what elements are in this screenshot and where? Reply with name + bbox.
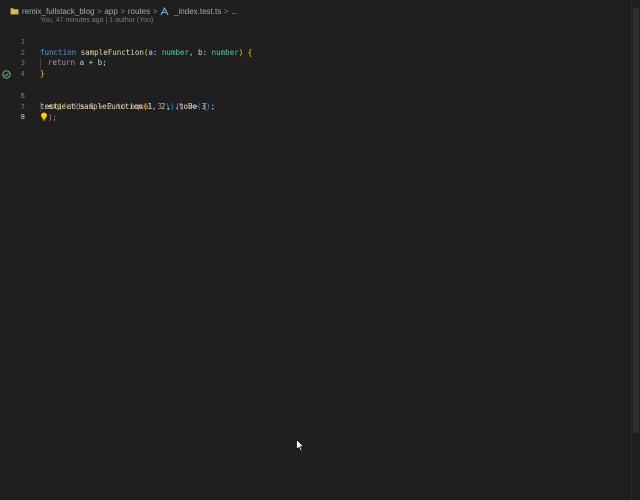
breadcrumb-item-symbol[interactable]: ...	[231, 7, 238, 16]
breadcrumb-item-app[interactable]: app	[104, 7, 117, 16]
breadcrumb-separator: >	[152, 6, 158, 16]
git-blame-codelens[interactable]: You, 47 minutes ago | 1 author (You)	[40, 17, 153, 24]
breadcrumb: remix_fullstack_blog > app > routes > _i…	[0, 4, 238, 18]
code-line: 5 test('adds 1 + 2 to equal 3', () => {	[0, 69, 632, 111]
code-line: 4	[0, 58, 632, 78]
breadcrumb-item-file[interactable]: _index.test.ts	[160, 6, 222, 16]
breadcrumb-separator: >	[97, 6, 102, 16]
breadcrumb-file-label: _index.test.ts	[174, 6, 222, 16]
code-line: 6 expect(sampleFunction(1, 2)).toBe(3);	[0, 80, 632, 113]
breadcrumb-item-project[interactable]: remix_fullstack_blog	[22, 7, 94, 16]
breadcrumb-separator: >	[223, 6, 229, 16]
vertical-scrollbar[interactable]	[631, 0, 640, 500]
line-content: );	[40, 112, 57, 124]
breadcrumb-item-routes[interactable]: routes	[128, 7, 150, 16]
code-line: 1 function sampleFunction(a: number, b: …	[0, 26, 632, 57]
breadcrumb-separator: >	[120, 6, 126, 16]
line-number-active: 8	[20, 113, 25, 122]
test-passed-icon[interactable]	[2, 70, 11, 79]
code-line: 7 );	[0, 91, 632, 123]
breadcrumb-routes-label: routes	[127, 6, 151, 16]
lightbulb-icon[interactable]	[40, 112, 48, 121]
code-editor[interactable]: remix_fullstack_blog > app > routes > _i…	[0, 0, 640, 500]
code-line: 3 }	[0, 48, 632, 78]
test-file-icon	[160, 6, 169, 15]
remix-folder-icon	[10, 8, 19, 15]
breadcrumb-symbol-label: ...	[231, 6, 238, 16]
scrollbar-thumb[interactable]	[633, 8, 639, 433]
breadcrumb-app-label: app	[104, 6, 118, 16]
code-area[interactable]: 1 function sampleFunction(a: number, b: …	[0, 26, 632, 123]
close-token: );	[48, 113, 58, 123]
code-line: 2 return a + b;	[0, 37, 632, 70]
code-line: 8	[0, 102, 632, 121]
mouse-pointer-icon	[296, 439, 305, 452]
breadcrumb-project-label: remix_fullstack_blog	[22, 6, 95, 16]
